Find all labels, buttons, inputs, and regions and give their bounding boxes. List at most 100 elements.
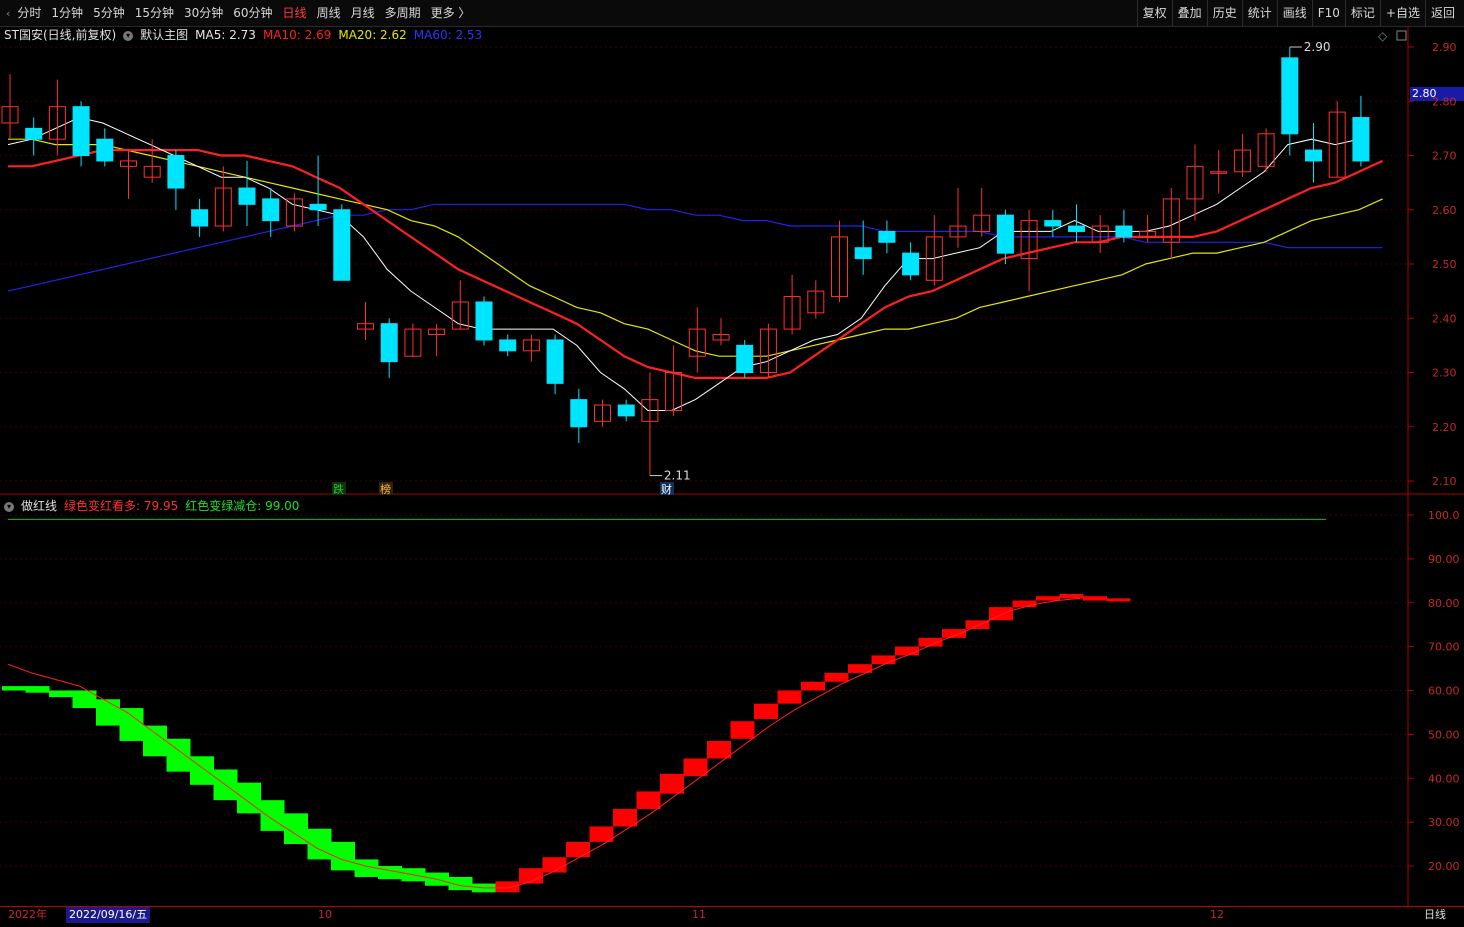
- oscillator-block: [566, 841, 590, 858]
- top-toolbar: ‹ 分时 1分钟 5分钟 15分钟 30分钟 60分钟 日线 周线 月线 多周期…: [0, 0, 1464, 27]
- time-axis: [0, 906, 1464, 927]
- oscillator-block: [707, 740, 731, 759]
- candle-body: [736, 344, 754, 373]
- tab-multi-period[interactable]: 多周期: [380, 0, 426, 26]
- candle-body: [902, 252, 920, 276]
- oscillator-block: [871, 655, 896, 665]
- osc-tick-label: 100.0: [1428, 509, 1460, 522]
- oscillator-block: [754, 703, 778, 720]
- return-button[interactable]: 返回: [1424, 0, 1460, 26]
- tab-weekly[interactable]: 周线: [312, 0, 346, 26]
- osc-tick-label: 50.00: [1428, 728, 1460, 741]
- oscillator-block: [49, 690, 73, 698]
- candle-body: [570, 399, 588, 428]
- high-label: 2.90: [1304, 40, 1331, 54]
- diamond-icon: ◇: [1378, 29, 1388, 43]
- tab-30min[interactable]: 30分钟: [179, 0, 228, 26]
- osc-tick-label: 90.00: [1428, 553, 1460, 566]
- tab-more[interactable]: 更多 〉: [426, 0, 476, 26]
- chart-canvas[interactable]: 2.90 2.80 2.70 2.60 2.50 2.40 2.30 2.20 2.10 100.…: [0, 26, 1464, 906]
- tab-60min[interactable]: 60分钟: [228, 0, 277, 26]
- candle-body: [333, 209, 351, 281]
- candle-body: [191, 209, 209, 227]
- oscillator-block: [542, 857, 567, 873]
- ma20-line: [8, 138, 1383, 357]
- price-tick-label: 2.80: [1432, 95, 1457, 108]
- oscillator-block: [1059, 593, 1084, 599]
- oscillator-block: [683, 758, 708, 777]
- oscillator: [2, 518, 1326, 893]
- oscillator-block: [895, 646, 919, 656]
- candle-body: [72, 106, 90, 157]
- month-dec: 12: [1210, 908, 1224, 921]
- candle-body: [617, 404, 635, 417]
- candle-body: [25, 127, 43, 140]
- history-button[interactable]: 历史: [1206, 0, 1242, 26]
- osc-tick-label: 30.00: [1428, 816, 1460, 829]
- event-marker: 财: [661, 482, 672, 496]
- price-tick-label: 2.20: [1432, 421, 1457, 434]
- price-tick-label: 2.70: [1432, 150, 1457, 163]
- price-tick-label: 2.40: [1432, 312, 1457, 325]
- oscillator-block: [190, 756, 214, 785]
- oscillator-block: [1036, 596, 1060, 601]
- tool-buttons: 复权 叠加 历史 统计 画线 F10 标记 +自选 返回: [1136, 0, 1460, 26]
- tab-monthly[interactable]: 月线: [346, 0, 380, 26]
- candle-body: [546, 339, 564, 384]
- period-indicator[interactable]: 日线: [1424, 907, 1446, 923]
- overlay-button[interactable]: 叠加: [1171, 0, 1207, 26]
- back-arrow-icon[interactable]: ‹: [6, 7, 10, 20]
- candle-body: [854, 247, 872, 260]
- tab-5min[interactable]: 5分钟: [88, 0, 130, 26]
- tab-1min[interactable]: 1分钟: [46, 0, 88, 26]
- candle-body: [1281, 57, 1299, 135]
- oscillator-block: [636, 791, 661, 809]
- add-watchlist-button[interactable]: +自选: [1379, 0, 1425, 26]
- oscillator-block: [1012, 600, 1037, 608]
- candle-body: [1044, 220, 1062, 227]
- oscillator-block: [1106, 598, 1131, 602]
- candle-body: [167, 155, 185, 189]
- oscillator-block: [96, 699, 120, 726]
- adjust-button[interactable]: 复权: [1136, 0, 1172, 26]
- statistics-button[interactable]: 统计: [1241, 0, 1277, 26]
- tab-intraday[interactable]: 分时: [12, 0, 46, 26]
- candle-body: [1115, 225, 1133, 238]
- candle-body: [499, 339, 517, 352]
- oscillator-block: [143, 725, 167, 757]
- osc-tick-label: 80.00: [1428, 597, 1460, 610]
- candle-body: [1352, 117, 1370, 162]
- month-oct: 10: [318, 908, 332, 921]
- cursor-date: 2022/09/16/五: [66, 907, 151, 923]
- oscillator-block: [801, 681, 825, 691]
- oscillator-block: [119, 708, 144, 741]
- f10-button[interactable]: F10: [1311, 0, 1345, 26]
- oscillator-block: [613, 808, 637, 827]
- price-tick-label: 2.60: [1432, 204, 1457, 217]
- oscillator-block: [777, 690, 802, 704]
- oscillator-block: [2, 686, 26, 691]
- candle-body: [878, 230, 896, 243]
- candle-body: [96, 138, 114, 162]
- candle-body: [475, 301, 493, 341]
- tab-daily[interactable]: 日线: [278, 0, 312, 26]
- draw-line-button[interactable]: 画线: [1276, 0, 1312, 26]
- oscillator-block: [1083, 596, 1107, 601]
- year-label: 2022年: [8, 908, 47, 921]
- price-tick-label: 2.10: [1432, 475, 1457, 488]
- event-marker: 跌: [333, 482, 344, 496]
- oscillator-block: [824, 672, 849, 682]
- candle-body: [1068, 225, 1085, 232]
- oscillator-block: [495, 881, 520, 893]
- price-tick-label: 2.50: [1432, 258, 1457, 271]
- price-tick-label: 2.30: [1432, 367, 1457, 380]
- tab-15min[interactable]: 15分钟: [130, 0, 179, 26]
- oscillator-block: [942, 629, 966, 638]
- month-nov: 11: [692, 908, 706, 921]
- oscillator-block: [730, 721, 755, 739]
- candle-body: [262, 198, 280, 222]
- event-marker: 榜: [380, 482, 391, 496]
- mark-button[interactable]: 标记: [1344, 0, 1380, 26]
- period-tabs: ‹ 分时 1分钟 5分钟 15分钟 30分钟 60分钟 日线 周线 月线 多周期…: [6, 0, 475, 26]
- osc-tick-label: 70.00: [1428, 641, 1460, 654]
